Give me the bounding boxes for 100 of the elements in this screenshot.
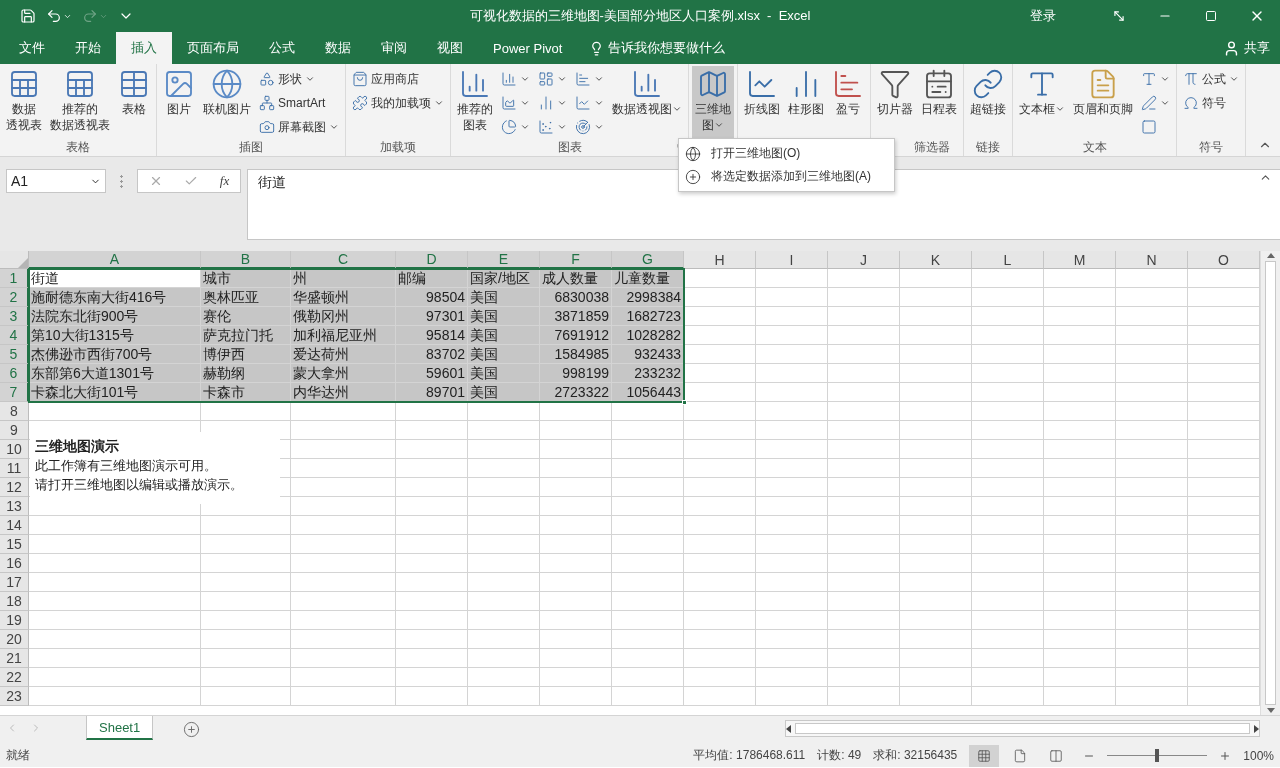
row-header[interactable]: 8	[0, 402, 29, 421]
vertical-scrollbar[interactable]	[1260, 251, 1280, 715]
ribbon-button[interactable]: 柱形图	[785, 66, 827, 140]
ribbon-button[interactable]: 形状	[256, 68, 342, 90]
column-header[interactable]: N	[1116, 251, 1188, 269]
table-cell: 加利福尼亚州	[291, 326, 396, 345]
row-header[interactable]: 11	[0, 459, 29, 478]
row-header[interactable]: 7	[0, 383, 29, 402]
ribbon-button[interactable]: 我的加载项	[349, 92, 447, 114]
column-header[interactable]: C	[291, 251, 396, 269]
ribbon-button[interactable]: 页眉和页脚	[1070, 66, 1136, 139]
column-header[interactable]: I	[756, 251, 828, 269]
scroll-right-icon[interactable]	[1254, 724, 1259, 733]
row-header[interactable]: 2	[0, 288, 29, 307]
ribbon-button[interactable]: 日程表	[918, 66, 960, 139]
button-label: 盈亏	[836, 102, 860, 116]
column-header[interactable]: H	[684, 251, 756, 269]
row-header[interactable]: 4	[0, 326, 29, 345]
quick-access-button[interactable]	[18, 6, 38, 26]
scroll-down-icon[interactable]	[1266, 708, 1275, 713]
menu-item[interactable]: 将选定数据添加到三维地图(A)	[679, 165, 894, 188]
ribbon-tab[interactable]: 数据	[310, 32, 366, 64]
ribbon-button[interactable]: 超链接	[967, 66, 1009, 139]
horizontal-scrollbar[interactable]	[785, 720, 1260, 737]
ribbon-tab[interactable]: 公式	[254, 32, 310, 64]
column-header[interactable]: A	[29, 251, 201, 269]
ribbon-tab[interactable]: 视图	[422, 32, 478, 64]
map-icon	[697, 68, 729, 100]
table-cell: 美国	[468, 364, 540, 383]
row-header[interactable]: 6	[0, 364, 29, 383]
column-header[interactable]: F	[540, 251, 612, 269]
row-header[interactable]: 20	[0, 630, 29, 649]
row-header[interactable]: 18	[0, 592, 29, 611]
row-header[interactable]: 14	[0, 516, 29, 535]
sheet-tab[interactable]: Sheet1	[86, 716, 154, 740]
tell-me-search[interactable]: 告诉我你想要做什么	[583, 32, 732, 64]
row-header[interactable]: 15	[0, 535, 29, 554]
ribbon-button[interactable]: 图片	[160, 66, 198, 139]
enter-icon[interactable]	[184, 174, 199, 188]
row-header[interactable]: 17	[0, 573, 29, 592]
ribbon-button[interactable]: SmartArt	[256, 92, 342, 114]
sign-in-link[interactable]: 登录	[1030, 7, 1056, 25]
column-header[interactable]: E	[468, 251, 540, 269]
ribbon-button[interactable]: 推荐的 图表	[454, 66, 496, 139]
row-header[interactable]: 5	[0, 345, 29, 364]
ribbon-button[interactable]: 切片器	[874, 66, 916, 139]
ribbon-button[interactable]: 应用商店	[349, 68, 447, 90]
new-sheet-button[interactable]	[183, 721, 201, 738]
row-header[interactable]: 21	[0, 649, 29, 668]
insert-function-button[interactable]: fx	[219, 173, 230, 189]
table-cell: 博伊西	[201, 345, 291, 364]
column-header[interactable]: J	[828, 251, 900, 269]
ribbon-button[interactable]: 数据 透视表	[3, 66, 45, 139]
scroll-up-icon[interactable]	[1266, 253, 1275, 258]
ribbon-tab[interactable]: Power Pivot	[478, 32, 578, 64]
row-header[interactable]: 1	[0, 269, 29, 288]
ribbon-button[interactable]: 盈亏	[829, 66, 867, 140]
ribbon-tab[interactable]: 插入	[116, 32, 172, 64]
ribbon-tab[interactable]: 开始	[60, 32, 116, 64]
table-cell: 华盛顿州	[291, 288, 396, 307]
ribbon-button[interactable]: 折线图	[741, 66, 783, 140]
globe-icon	[685, 145, 701, 162]
row-header[interactable]: 9	[0, 421, 29, 440]
column-header[interactable]: O	[1188, 251, 1260, 269]
scroll-left-icon[interactable]	[786, 724, 791, 733]
row-header[interactable]: 19	[0, 611, 29, 630]
name-box[interactable]: A1	[6, 169, 106, 193]
ribbon-button[interactable]: 联机图片	[200, 66, 254, 139]
menu-item[interactable]: 打开三维地图(O)	[679, 142, 894, 165]
column-header[interactable]: G	[612, 251, 684, 269]
zoom-level[interactable]: 100%	[1243, 748, 1274, 763]
ribbon-button[interactable]: 数据透视图	[609, 66, 685, 139]
signature-icon	[1141, 95, 1157, 111]
ribbon-button[interactable]: 公式	[1180, 68, 1242, 90]
column-header[interactable]: K	[900, 251, 972, 269]
row-header[interactable]: 13	[0, 497, 29, 516]
row-header[interactable]: 12	[0, 478, 29, 497]
column-header[interactable]: M	[1044, 251, 1116, 269]
ribbon-tab[interactable]: 文件	[4, 32, 60, 64]
row-header[interactable]: 3	[0, 307, 29, 326]
ribbon-tab[interactable]: 审阅	[366, 32, 422, 64]
ribbon-button[interactable]: 屏幕截图	[256, 116, 342, 138]
row-header[interactable]: 22	[0, 668, 29, 687]
row-header[interactable]: 10	[0, 440, 29, 459]
share-button[interactable]: 共享	[1217, 32, 1280, 64]
column-header[interactable]: D	[396, 251, 468, 269]
column-header[interactable]: B	[201, 251, 291, 269]
button-label: 日程表	[921, 102, 957, 116]
ribbon-button[interactable]: 符号	[1180, 92, 1242, 114]
row-header[interactable]: 16	[0, 554, 29, 573]
view-button[interactable]	[969, 744, 1000, 767]
ribbon-button[interactable]: 表格	[115, 66, 153, 139]
column-header[interactable]: L	[972, 251, 1044, 269]
zoom-in-button[interactable]	[1219, 749, 1232, 762]
ribbon-button[interactable]: 推荐的 数据透视表	[47, 66, 113, 139]
row-header[interactable]: 23	[0, 687, 29, 706]
zoom-thumb[interactable]	[1155, 749, 1160, 762]
ribbon-button[interactable]: 三维地 图	[692, 66, 734, 140]
ribbon-tab[interactable]: 页面布局	[172, 32, 254, 64]
ribbon-button[interactable]: 文本框	[1016, 66, 1068, 139]
